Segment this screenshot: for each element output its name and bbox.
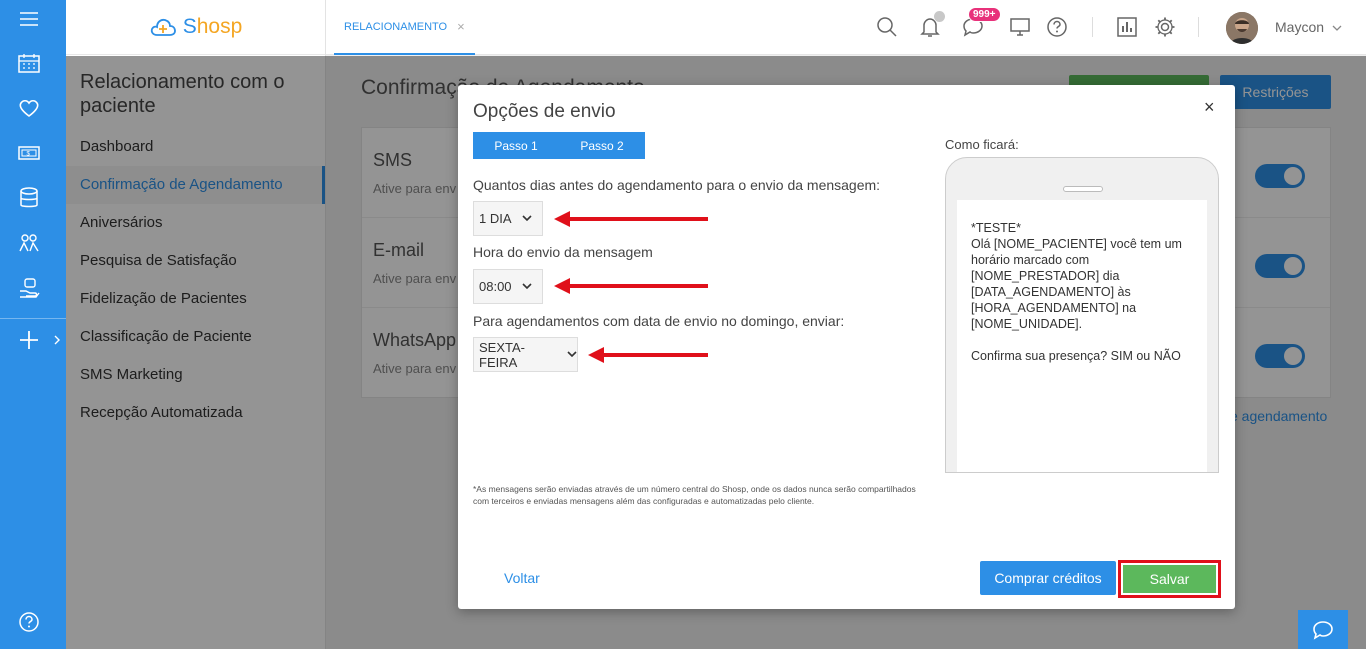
gear-icon[interactable] (1152, 14, 1178, 40)
database-icon[interactable] (0, 183, 58, 213)
top-bar: RELACIONAMENTO × (326, 0, 1366, 55)
chevron-down-icon (521, 281, 532, 292)
step-2[interactable]: Passo 2 (559, 132, 645, 159)
monitor-icon[interactable] (1007, 14, 1033, 40)
steps-bar: Passo 1 Passo 2 (473, 132, 645, 159)
sunday-select[interactable]: SEXTA-FEIRA (473, 337, 578, 372)
chevron-down-icon (521, 213, 532, 224)
days-before-select[interactable]: 1 DIA (473, 201, 543, 236)
days-before-value: 1 DIA (479, 211, 512, 226)
modal-title: Opções de envio (473, 101, 616, 122)
left-rail: $ (0, 0, 66, 649)
send-options-modal: Opções de envio × Passo 1 Passo 2 Quanto… (458, 85, 1235, 609)
chat-widget-button[interactable] (1298, 610, 1348, 649)
send-time-value: 08:00 (479, 279, 512, 294)
sunday-label: Para agendamentos com data de envio no d… (473, 313, 845, 329)
save-highlight: Salvar (1118, 560, 1221, 598)
people-icon[interactable] (0, 228, 58, 258)
notification-dot (934, 11, 945, 22)
help-icon[interactable] (0, 607, 58, 637)
tab-label: RELACIONAMENTO (344, 20, 448, 33)
hamburger-menu-icon[interactable] (0, 4, 58, 34)
back-button[interactable]: Voltar (504, 570, 540, 586)
messages-badge: 999+ (968, 7, 1001, 22)
sunday-value: SEXTA-FEIRA (479, 339, 525, 370)
logo-text: Shosp (182, 15, 243, 38)
send-time-label: Hora do envio da mensagem (473, 244, 653, 260)
calendar-icon[interactable] (0, 48, 58, 78)
red-arrow-icon (554, 211, 708, 227)
close-icon[interactable]: × (1204, 97, 1215, 118)
preview-label: Como ficará: (945, 137, 1019, 152)
red-arrow-icon (554, 278, 708, 294)
topbar-divider (1092, 17, 1093, 37)
send-time-select[interactable]: 08:00 (473, 269, 543, 304)
chevron-down-icon (567, 349, 577, 360)
days-before-label: Quantos dias antes do agendamento para o… (473, 177, 881, 193)
bar-chart-icon[interactable] (1114, 14, 1140, 40)
phone-speaker (1063, 186, 1103, 192)
save-button[interactable]: Salvar (1123, 565, 1216, 593)
preview-message: *TESTE* Olá [NOME_PACIENTE] você tem um … (971, 221, 1182, 363)
phone-preview: *TESTE* Olá [NOME_PACIENTE] você tem um … (945, 157, 1219, 473)
red-arrow-icon (588, 347, 708, 363)
tab-close-icon[interactable]: × (457, 19, 465, 34)
hand-care-icon[interactable] (0, 273, 58, 303)
cloud-logo-icon (150, 18, 176, 36)
help-circle-icon[interactable] (1044, 14, 1070, 40)
chevron-down-icon[interactable] (1330, 15, 1344, 41)
tab-relacionamento[interactable]: RELACIONAMENTO × (334, 0, 475, 55)
buy-credits-button[interactable]: Comprar créditos (980, 561, 1116, 595)
heart-icon[interactable] (0, 93, 58, 123)
avatar[interactable] (1226, 12, 1258, 44)
chevron-right-icon[interactable] (52, 331, 62, 349)
user-name[interactable]: Maycon (1275, 19, 1324, 35)
footnote: *As mensagens serão enviadas através de … (473, 484, 916, 506)
plus-icon[interactable] (0, 325, 58, 355)
topbar-divider (1198, 17, 1199, 37)
phone-screen: *TESTE* Olá [NOME_PACIENTE] você tem um … (957, 200, 1207, 472)
step-1[interactable]: Passo 1 (473, 132, 559, 159)
shosp-logo[interactable]: Shosp (66, 0, 325, 55)
svg-text:$: $ (27, 152, 31, 158)
rail-divider (0, 318, 66, 319)
cash-icon[interactable]: $ (0, 138, 58, 168)
chat-icon (1313, 620, 1333, 640)
search-icon[interactable] (874, 14, 900, 40)
